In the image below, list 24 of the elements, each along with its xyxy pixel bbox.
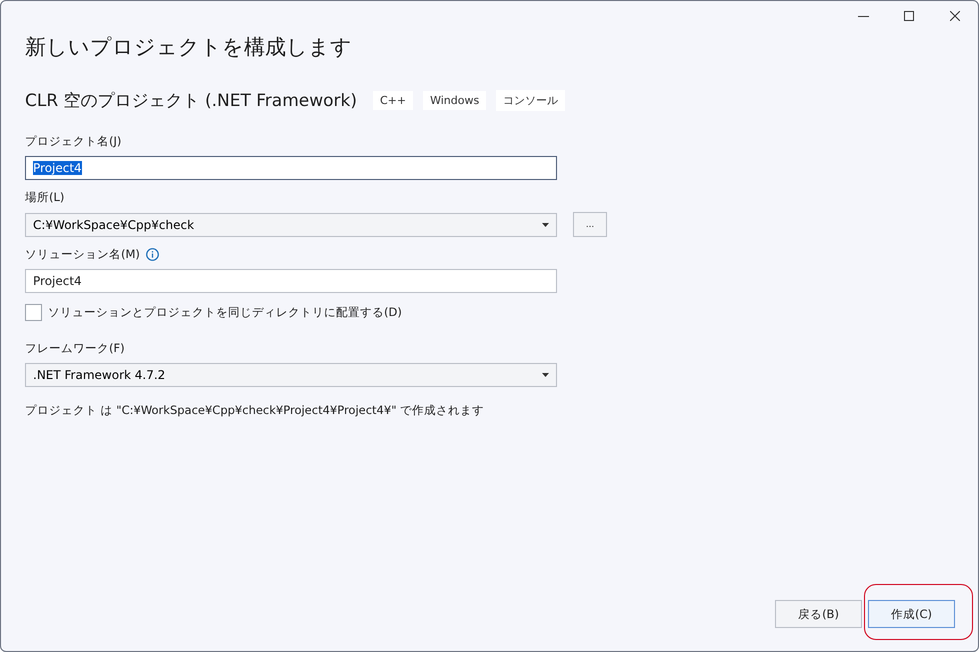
template-name: CLR 空のプロジェクト (.NET Framework) [25,90,357,112]
dropdown-field[interactable]: .NET Framework 4.7.2 [25,363,557,387]
summary-text: プロジェクト は "C:¥WorkSpace¥Cpp¥check¥Project4¥Project4¥" で作成されます [25,403,486,418]
create-button[interactable]: 作成(C) [868,600,955,628]
tag: コンソール [496,90,566,111]
field-label: ソリューション名(M) [25,247,140,262]
close-icon [950,11,960,21]
maximize-icon [904,11,914,21]
window-title: 新しいプロジェクトを構成します [25,34,353,61]
text-field[interactable]: Project4 [25,156,557,180]
checkbox[interactable] [25,304,42,321]
field-label: フレームワーク(F) [25,341,125,356]
browse-button[interactable]: ... [573,212,607,237]
dropdown-field[interactable]: C:¥WorkSpace¥Cpp¥check [25,212,557,236]
tag: C++ [372,91,414,110]
checkbox-label: ソリューションとプロジェクトを同じディレクトリに配置する(D) [48,305,402,320]
field-label: 場所(L) [25,190,64,205]
dropdown-caret-icon [542,222,549,226]
tag: Windows [423,91,486,110]
dropdown-caret-icon [542,373,549,377]
back-button[interactable]: 戻る(B) [775,600,862,628]
field-label: プロジェクト名(J) [25,134,122,149]
info-icon[interactable] [146,248,159,261]
text-field[interactable]: Project4 [25,269,557,293]
